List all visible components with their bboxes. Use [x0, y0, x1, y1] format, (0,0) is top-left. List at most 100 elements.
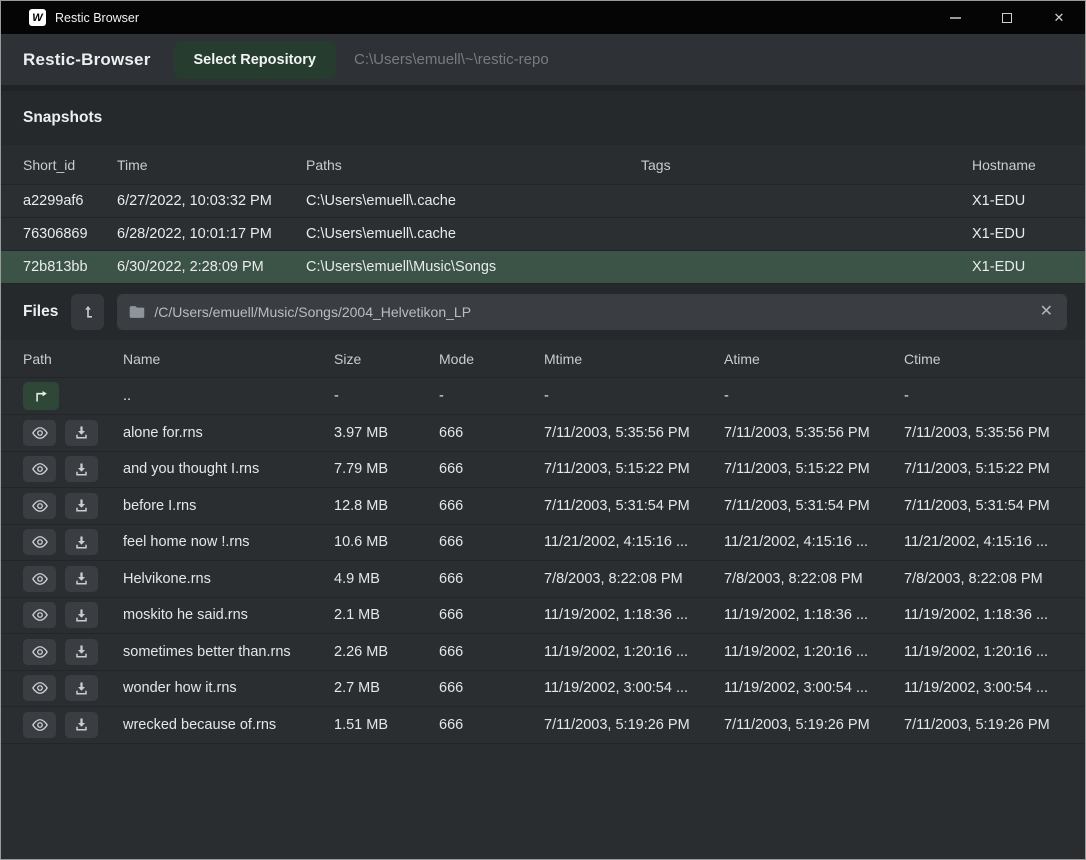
file-mtime: 11/19/2002, 1:18:36 ...: [544, 607, 724, 623]
file-name: before I.rns: [123, 498, 334, 514]
download-file-button[interactable]: [65, 675, 98, 701]
col-name: Name: [123, 351, 334, 367]
file-ctime: 7/8/2003, 8:22:08 PM: [904, 571, 1085, 587]
file-row: before I.rns 12.8 MB 666 7/11/2003, 5:31…: [1, 488, 1085, 525]
file-ctime: 7/11/2003, 5:15:22 PM: [904, 461, 1085, 477]
parent-directory-button[interactable]: [71, 294, 104, 330]
file-ctime: 7/11/2003, 5:35:56 PM: [904, 425, 1085, 441]
file-mode: 666: [439, 571, 544, 587]
download-file-button[interactable]: [65, 493, 98, 519]
repository-path: C:\Users\emuell\~\restic-repo: [354, 51, 549, 68]
file-mode: 666: [439, 644, 544, 660]
empty-area: [1, 744, 1085, 860]
eye-icon: [31, 462, 49, 476]
snapshots-title: Snapshots: [1, 91, 1085, 145]
file-atime: 7/11/2003, 5:35:56 PM: [724, 425, 904, 441]
app-name: Restic-Browser: [23, 50, 151, 70]
file-ctime: 11/19/2002, 1:20:16 ...: [904, 644, 1085, 660]
minimize-icon: [950, 17, 961, 19]
files-title: Files: [23, 303, 58, 321]
up-right-arrow-icon: [33, 389, 49, 403]
snapshot-row[interactable]: 76306869 6/28/2022, 10:01:17 PM C:\Users…: [1, 218, 1085, 251]
col-paths: Paths: [306, 157, 641, 173]
file-ctime: 7/11/2003, 5:19:26 PM: [904, 717, 1085, 733]
download-file-button[interactable]: [65, 602, 98, 628]
header-bar: Restic-Browser Select Repository C:\User…: [1, 34, 1085, 91]
download-file-button[interactable]: [65, 566, 98, 592]
file-mode: 666: [439, 534, 544, 550]
file-ctime: 11/19/2002, 3:00:54 ...: [904, 680, 1085, 696]
file-row: wrecked because of.rns 1.51 MB 666 7/11/…: [1, 707, 1085, 744]
preview-file-button[interactable]: [23, 566, 56, 592]
file-atime: 7/8/2003, 8:22:08 PM: [724, 571, 904, 587]
file-row: sometimes better than.rns 2.26 MB 666 11…: [1, 634, 1085, 671]
file-mode: -: [439, 388, 544, 404]
file-mtime: 7/11/2003, 5:35:56 PM: [544, 425, 724, 441]
file-size: 7.79 MB: [334, 461, 439, 477]
file-row: and you thought I.rns 7.79 MB 666 7/11/2…: [1, 452, 1085, 489]
download-file-button[interactable]: [65, 639, 98, 665]
preview-file-button[interactable]: [23, 456, 56, 482]
snapshot-paths: C:\Users\emuell\.cache: [306, 226, 641, 242]
file-name: ..: [123, 388, 334, 404]
preview-file-button[interactable]: [23, 712, 56, 738]
col-mode: Mode: [439, 351, 544, 367]
file-mode: 666: [439, 607, 544, 623]
app-window: W Restic Browser ✕ Restic-Browser Select…: [1, 1, 1085, 859]
close-icon: ✕: [1054, 10, 1065, 26]
eye-icon: [31, 681, 49, 695]
download-icon: [74, 498, 89, 513]
download-icon: [74, 571, 89, 586]
select-repository-button[interactable]: Select Repository: [174, 41, 337, 79]
eye-icon: [31, 499, 49, 513]
download-file-button[interactable]: [65, 456, 98, 482]
current-path-box: ✕: [117, 294, 1067, 330]
eye-icon: [31, 535, 49, 549]
download-icon: [74, 535, 89, 550]
file-row: moskito he said.rns 2.1 MB 666 11/19/200…: [1, 598, 1085, 635]
eye-icon: [31, 426, 49, 440]
col-tags: Tags: [641, 157, 972, 173]
download-icon: [74, 425, 89, 440]
file-size: 2.26 MB: [334, 644, 439, 660]
snapshot-row-selected[interactable]: 72b813bb 6/30/2022, 2:28:09 PM C:\Users\…: [1, 251, 1085, 284]
maximize-button[interactable]: [981, 1, 1033, 34]
eye-icon: [31, 608, 49, 622]
col-ctime: Ctime: [904, 351, 1085, 367]
file-mtime: 7/8/2003, 8:22:08 PM: [544, 571, 724, 587]
path-input[interactable]: [154, 304, 1028, 320]
download-file-button[interactable]: [65, 420, 98, 446]
col-size: Size: [334, 351, 439, 367]
file-mtime: 11/19/2002, 1:20:16 ...: [544, 644, 724, 660]
file-mtime: 11/19/2002, 3:00:54 ...: [544, 680, 724, 696]
download-icon: [74, 717, 89, 732]
file-name: and you thought I.rns: [123, 461, 334, 477]
download-icon: [74, 644, 89, 659]
download-file-button[interactable]: [65, 712, 98, 738]
download-file-button[interactable]: [65, 529, 98, 555]
app-icon: W: [29, 9, 46, 26]
snapshots-table-header: Short_id Time Paths Tags Hostname: [1, 145, 1085, 185]
preview-file-button[interactable]: [23, 529, 56, 555]
snapshot-time: 6/30/2022, 2:28:09 PM: [117, 259, 306, 275]
file-row: wonder how it.rns 2.7 MB 666 11/19/2002,…: [1, 671, 1085, 708]
file-ctime: 11/19/2002, 1:18:36 ...: [904, 607, 1085, 623]
preview-file-button[interactable]: [23, 493, 56, 519]
preview-file-button[interactable]: [23, 675, 56, 701]
file-size: 2.7 MB: [334, 680, 439, 696]
up-level-icon: [80, 304, 96, 320]
preview-file-button[interactable]: [23, 639, 56, 665]
snapshot-row[interactable]: a2299af6 6/27/2022, 10:03:32 PM C:\Users…: [1, 185, 1085, 218]
preview-file-button[interactable]: [23, 602, 56, 628]
eye-icon: [31, 718, 49, 732]
clear-path-button[interactable]: ✕: [1038, 304, 1055, 320]
download-icon: [74, 608, 89, 623]
file-ctime: -: [904, 388, 1085, 404]
file-mode: 666: [439, 498, 544, 514]
minimize-button[interactable]: [929, 1, 981, 34]
preview-file-button[interactable]: [23, 420, 56, 446]
file-row: alone for.rns 3.97 MB 666 7/11/2003, 5:3…: [1, 415, 1085, 452]
file-mtime: -: [544, 388, 724, 404]
navigate-up-button[interactable]: [23, 382, 59, 410]
close-button[interactable]: ✕: [1033, 1, 1085, 34]
